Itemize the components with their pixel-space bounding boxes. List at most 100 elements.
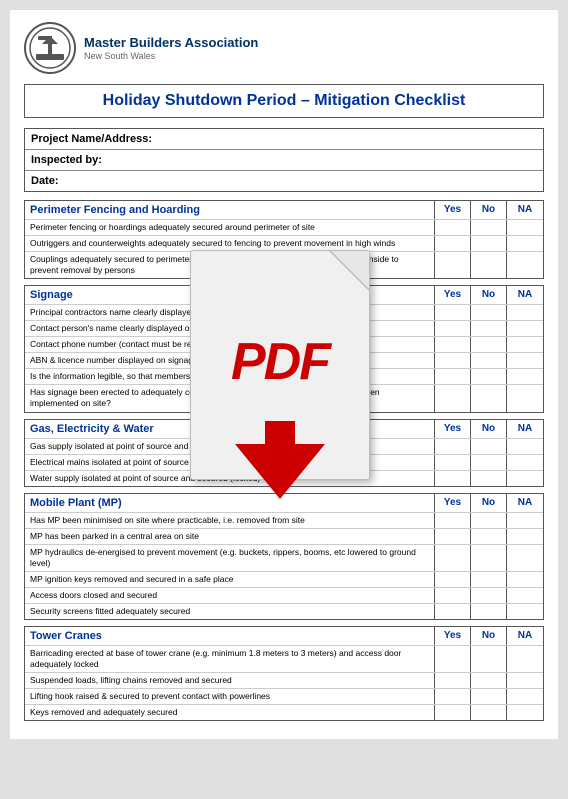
section-3: Mobile Plant (MP)YesNoNAHas MP been mini… [24, 493, 544, 620]
check-no[interactable] [471, 369, 507, 384]
check-yes[interactable] [435, 689, 471, 704]
section-1: SignageYesNoNAPrincipal contractors name… [24, 285, 544, 412]
check-yes[interactable] [435, 646, 471, 672]
check-no[interactable] [471, 321, 507, 336]
check-no[interactable] [471, 385, 507, 411]
check-no[interactable] [471, 572, 507, 587]
check-no[interactable] [471, 604, 507, 619]
check-yes[interactable] [435, 455, 471, 470]
check-no[interactable] [471, 337, 507, 352]
inspected-by-row: Inspected by: [25, 150, 543, 171]
check-yes[interactable] [435, 236, 471, 251]
check-yes[interactable] [435, 385, 471, 411]
check-yes[interactable] [435, 353, 471, 368]
check-yes[interactable] [435, 220, 471, 235]
project-name-row: Project Name/Address: [25, 129, 543, 150]
check-na[interactable] [507, 646, 543, 672]
item-text: Is the information legible, so that memb… [25, 369, 435, 384]
section-title-2: Gas, Electricity & Water [25, 420, 435, 438]
check-na[interactable] [507, 369, 543, 384]
col-header-na: NA [507, 494, 543, 512]
date-label: Date: [31, 175, 59, 187]
project-name-label: Project Name/Address: [31, 133, 152, 145]
check-na[interactable] [507, 220, 543, 235]
section-header-2: Gas, Electricity & WaterYesNoNA [25, 420, 543, 438]
check-no[interactable] [471, 471, 507, 486]
check-no[interactable] [471, 252, 507, 278]
check-na[interactable] [507, 604, 543, 619]
item-text: Has signage been erected to adequately c… [25, 385, 435, 411]
check-yes[interactable] [435, 252, 471, 278]
check-na[interactable] [507, 236, 543, 251]
table-row: Contact phone number (contact must be re… [25, 336, 543, 352]
check-no[interactable] [471, 220, 507, 235]
check-yes[interactable] [435, 572, 471, 587]
check-na[interactable] [507, 529, 543, 544]
check-no[interactable] [471, 455, 507, 470]
col-header-no: No [471, 420, 507, 438]
check-na[interactable] [507, 337, 543, 352]
check-no[interactable] [471, 646, 507, 672]
table-row: Has MP been minimised on site where prac… [25, 512, 543, 528]
check-yes[interactable] [435, 471, 471, 486]
check-yes[interactable] [435, 545, 471, 571]
check-na[interactable] [507, 252, 543, 278]
item-text: Suspended loads, lifting chains removed … [25, 673, 435, 688]
check-na[interactable] [507, 385, 543, 411]
check-no[interactable] [471, 705, 507, 720]
section-header-1: SignageYesNoNA [25, 286, 543, 304]
item-text: Perimeter fencing or hoardings adequatel… [25, 220, 435, 235]
check-no[interactable] [471, 513, 507, 528]
check-yes[interactable] [435, 588, 471, 603]
check-yes[interactable] [435, 705, 471, 720]
table-row: Gas supply isolated at point of source a… [25, 438, 543, 454]
col-header-no: No [471, 627, 507, 645]
check-yes[interactable] [435, 337, 471, 352]
check-no[interactable] [471, 673, 507, 688]
check-na[interactable] [507, 545, 543, 571]
check-no[interactable] [471, 305, 507, 320]
check-yes[interactable] [435, 305, 471, 320]
check-yes[interactable] [435, 439, 471, 454]
check-na[interactable] [507, 455, 543, 470]
col-header-no: No [471, 201, 507, 219]
table-row: Electrical mains isolated at point of so… [25, 454, 543, 470]
check-na[interactable] [507, 471, 543, 486]
section-header-4: Tower CranesYesNoNA [25, 627, 543, 645]
col-header-na: NA [507, 627, 543, 645]
check-na[interactable] [507, 588, 543, 603]
check-no[interactable] [471, 439, 507, 454]
check-yes[interactable] [435, 369, 471, 384]
check-no[interactable] [471, 236, 507, 251]
item-text: Electrical mains isolated at point of so… [25, 455, 435, 470]
check-no[interactable] [471, 353, 507, 368]
check-yes[interactable] [435, 321, 471, 336]
check-na[interactable] [507, 689, 543, 704]
check-na[interactable] [507, 439, 543, 454]
table-row: MP has been parked in a central area on … [25, 528, 543, 544]
table-row: Couplings adequately secured to perimete… [25, 251, 543, 278]
item-text: Access doors closed and secured [25, 588, 435, 603]
check-yes[interactable] [435, 673, 471, 688]
check-na[interactable] [507, 305, 543, 320]
check-na[interactable] [507, 321, 543, 336]
item-text: MP ignition keys removed and secured in … [25, 572, 435, 587]
check-na[interactable] [507, 513, 543, 528]
check-no[interactable] [471, 588, 507, 603]
section-4: Tower CranesYesNoNABarricading erected a… [24, 626, 544, 721]
page: Master Builders Association New South Wa… [10, 10, 558, 739]
check-no[interactable] [471, 545, 507, 571]
check-na[interactable] [507, 705, 543, 720]
check-no[interactable] [471, 529, 507, 544]
check-na[interactable] [507, 673, 543, 688]
check-yes[interactable] [435, 513, 471, 528]
check-na[interactable] [507, 572, 543, 587]
table-row: Suspended loads, lifting chains removed … [25, 672, 543, 688]
table-row: Water supply isolated at point of source… [25, 470, 543, 486]
check-na[interactable] [507, 353, 543, 368]
org-name: Master Builders Association [84, 35, 258, 52]
check-yes[interactable] [435, 529, 471, 544]
check-yes[interactable] [435, 604, 471, 619]
check-no[interactable] [471, 689, 507, 704]
col-header-na: NA [507, 201, 543, 219]
